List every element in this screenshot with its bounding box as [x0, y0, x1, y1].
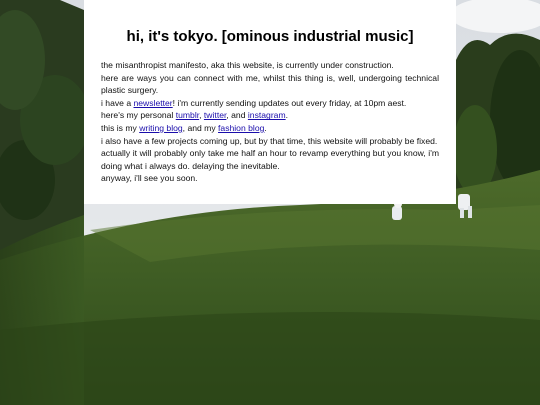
fashion-blog-link[interactable]: fashion blog [218, 123, 264, 133]
revamp-text: actually it will probably only take me h… [101, 148, 439, 171]
blogs-line-end: . [264, 122, 267, 133]
social-and: , and [226, 110, 248, 121]
content-card: hi, it's tokyo. [ominous industrial musi… [84, 0, 456, 204]
blogs-line: this is my writing blog, and my fashion … [101, 122, 439, 135]
signoff-text: anyway, i'll see you soon. [101, 173, 198, 184]
instagram-link[interactable]: instagram [248, 110, 286, 120]
newsletter-link[interactable]: newsletter [134, 98, 173, 108]
social-line: here's my personal tumblr, twitter, and … [101, 109, 439, 122]
twitter-link[interactable]: twitter [204, 110, 226, 120]
blogs-line-prefix: this is my [101, 122, 140, 133]
projects-text: i also have a few projects coming up, bu… [101, 135, 438, 146]
page-title: hi, it's tokyo. [ominous industrial musi… [126, 28, 414, 45]
blogs-line-mid: , and my [182, 122, 219, 133]
connect-text: here are ways you can connect with me, w… [101, 72, 439, 96]
writing-blog-link[interactable]: writing blog [139, 123, 182, 133]
newsletter-line-suffix: ! i'm currently sending updates out ever… [172, 97, 407, 108]
social-line-end: . [285, 110, 289, 121]
tumblr-link[interactable]: tumblr [176, 110, 199, 120]
newsletter-line: i have a newsletter! i'm currently sendi… [101, 97, 439, 110]
newsletter-line-prefix: i have a [101, 97, 134, 108]
construction-text: the misanthropist manifesto, aka this we… [101, 60, 394, 70]
social-line-prefix: here's my personal [101, 110, 176, 121]
